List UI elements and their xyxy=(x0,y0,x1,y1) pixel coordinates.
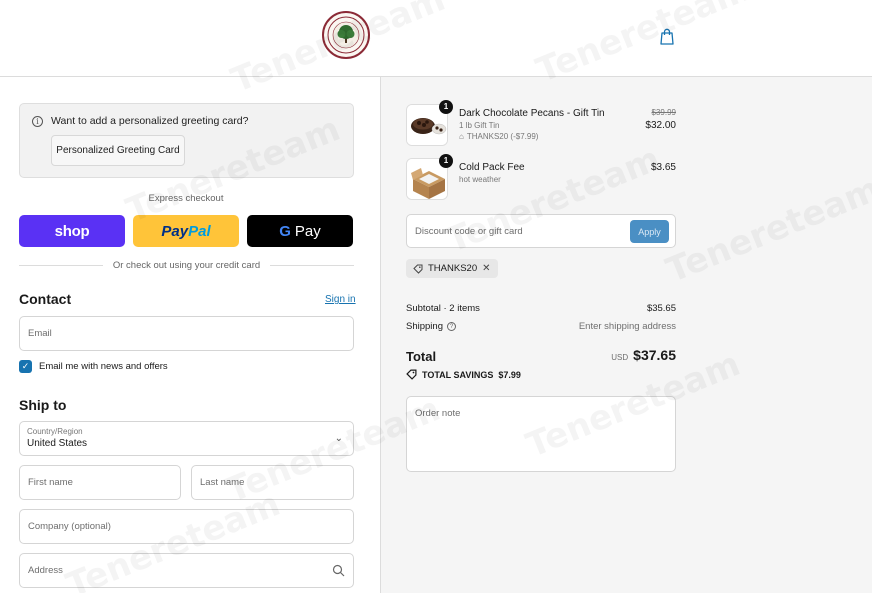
order-summary-column: 1 Dark Chocolate Pecans - Gift Tin 1 lb … xyxy=(380,77,872,593)
subtotal-value: $35.65 xyxy=(646,303,676,314)
item-variant: 1 lb Gift Tin xyxy=(459,121,500,130)
newsletter-checkbox[interactable]: ✓ xyxy=(19,360,32,373)
item-discount: ⌂ THANKS20 (-$7.99) xyxy=(459,132,539,141)
shop-pay-button[interactable]: shop xyxy=(19,215,125,247)
ship-to-title: Ship to xyxy=(19,397,67,413)
applied-discount-chip: THANKS20 ✕ xyxy=(406,259,498,278)
applied-discount-code: THANKS20 xyxy=(428,263,478,274)
savings-value: $7.99 xyxy=(498,369,521,380)
google-g-icon: G xyxy=(279,222,291,240)
country-select[interactable]: Country/Region United States ⌄ xyxy=(19,421,354,456)
newsletter-label: Email me with news and offers xyxy=(39,361,168,372)
header xyxy=(0,0,872,77)
shopping-bag-icon[interactable] xyxy=(659,28,675,45)
total-amount: $37.65 xyxy=(633,347,676,363)
total-value: USD $37.65 xyxy=(611,347,676,363)
first-name-field[interactable]: First name xyxy=(19,465,181,500)
company-field[interactable]: Company (optional) xyxy=(19,509,354,544)
remove-discount-icon[interactable]: ✕ xyxy=(482,263,490,274)
personalized-greeting-card-button[interactable]: Personalized Greeting Card xyxy=(51,135,185,166)
item-quantity-badge: 1 xyxy=(439,154,453,168)
item-variant: hot weather xyxy=(459,175,501,184)
shipping-value: Enter shipping address xyxy=(578,321,676,332)
shipping-label: Shipping xyxy=(406,321,443,332)
cart-item: 1 Dark Chocolate Pecans - Gift Tin 1 lb … xyxy=(406,100,676,148)
greeting-card-question: Want to add a personalized greeting card… xyxy=(51,115,249,127)
divider-text: Or check out using your credit card xyxy=(112,260,261,271)
item-name: Dark Chocolate Pecans - Gift Tin xyxy=(459,108,605,119)
total-savings: TOTAL SAVINGS $7.99 xyxy=(406,369,521,380)
item-quantity-badge: 1 xyxy=(439,100,453,114)
total-label: Total xyxy=(406,349,437,364)
chevron-down-icon: ⌄ xyxy=(334,433,343,444)
tag-icon xyxy=(406,369,417,380)
item-price: $32.00 xyxy=(645,120,676,131)
address-field[interactable]: Address xyxy=(19,553,354,588)
greeting-card-panel: i Want to add a personalized greeting ca… xyxy=(19,103,354,178)
contact-title: Contact xyxy=(19,291,72,307)
payment-divider: Or check out using your credit card xyxy=(19,260,355,271)
email-field[interactable]: Email xyxy=(19,316,354,351)
order-note-textarea[interactable]: Order note xyxy=(406,396,676,472)
checkout-form-column: i Want to add a personalized greeting ca… xyxy=(0,77,380,593)
tag-icon xyxy=(413,264,423,274)
item-name: Cold Pack Fee xyxy=(459,162,525,173)
search-icon xyxy=(332,564,345,577)
google-pay-button[interactable]: G Pay xyxy=(247,215,353,247)
info-icon: i xyxy=(32,115,43,127)
cart-item: 1 Cold Pack Fee hot weather $3.65 xyxy=(406,154,676,202)
item-price: $3.65 xyxy=(650,162,676,173)
shipping-row: Shipping? Enter shipping address xyxy=(406,321,676,332)
item-original-price: $39.99 xyxy=(651,108,676,117)
sign-in-link[interactable]: Sign in xyxy=(325,294,356,305)
express-checkout-label: Express checkout xyxy=(148,193,224,204)
apply-discount-button[interactable]: Apply xyxy=(630,220,669,243)
last-name-field[interactable]: Last name xyxy=(191,465,354,500)
help-icon[interactable]: ? xyxy=(446,321,456,331)
newsletter-option[interactable]: ✓ Email me with news and offers xyxy=(19,360,168,373)
currency-code: USD xyxy=(611,353,629,362)
tag-icon: ⌂ xyxy=(459,132,464,141)
paypal-button[interactable]: Pay Pal xyxy=(133,215,239,247)
savings-label: TOTAL SAVINGS xyxy=(422,369,494,380)
store-logo-tree-seal-icon[interactable] xyxy=(322,11,370,59)
subtotal-row: Subtotal · 2 items $35.65 xyxy=(406,303,676,314)
subtotal-label: Subtotal · 2 items xyxy=(406,303,480,314)
